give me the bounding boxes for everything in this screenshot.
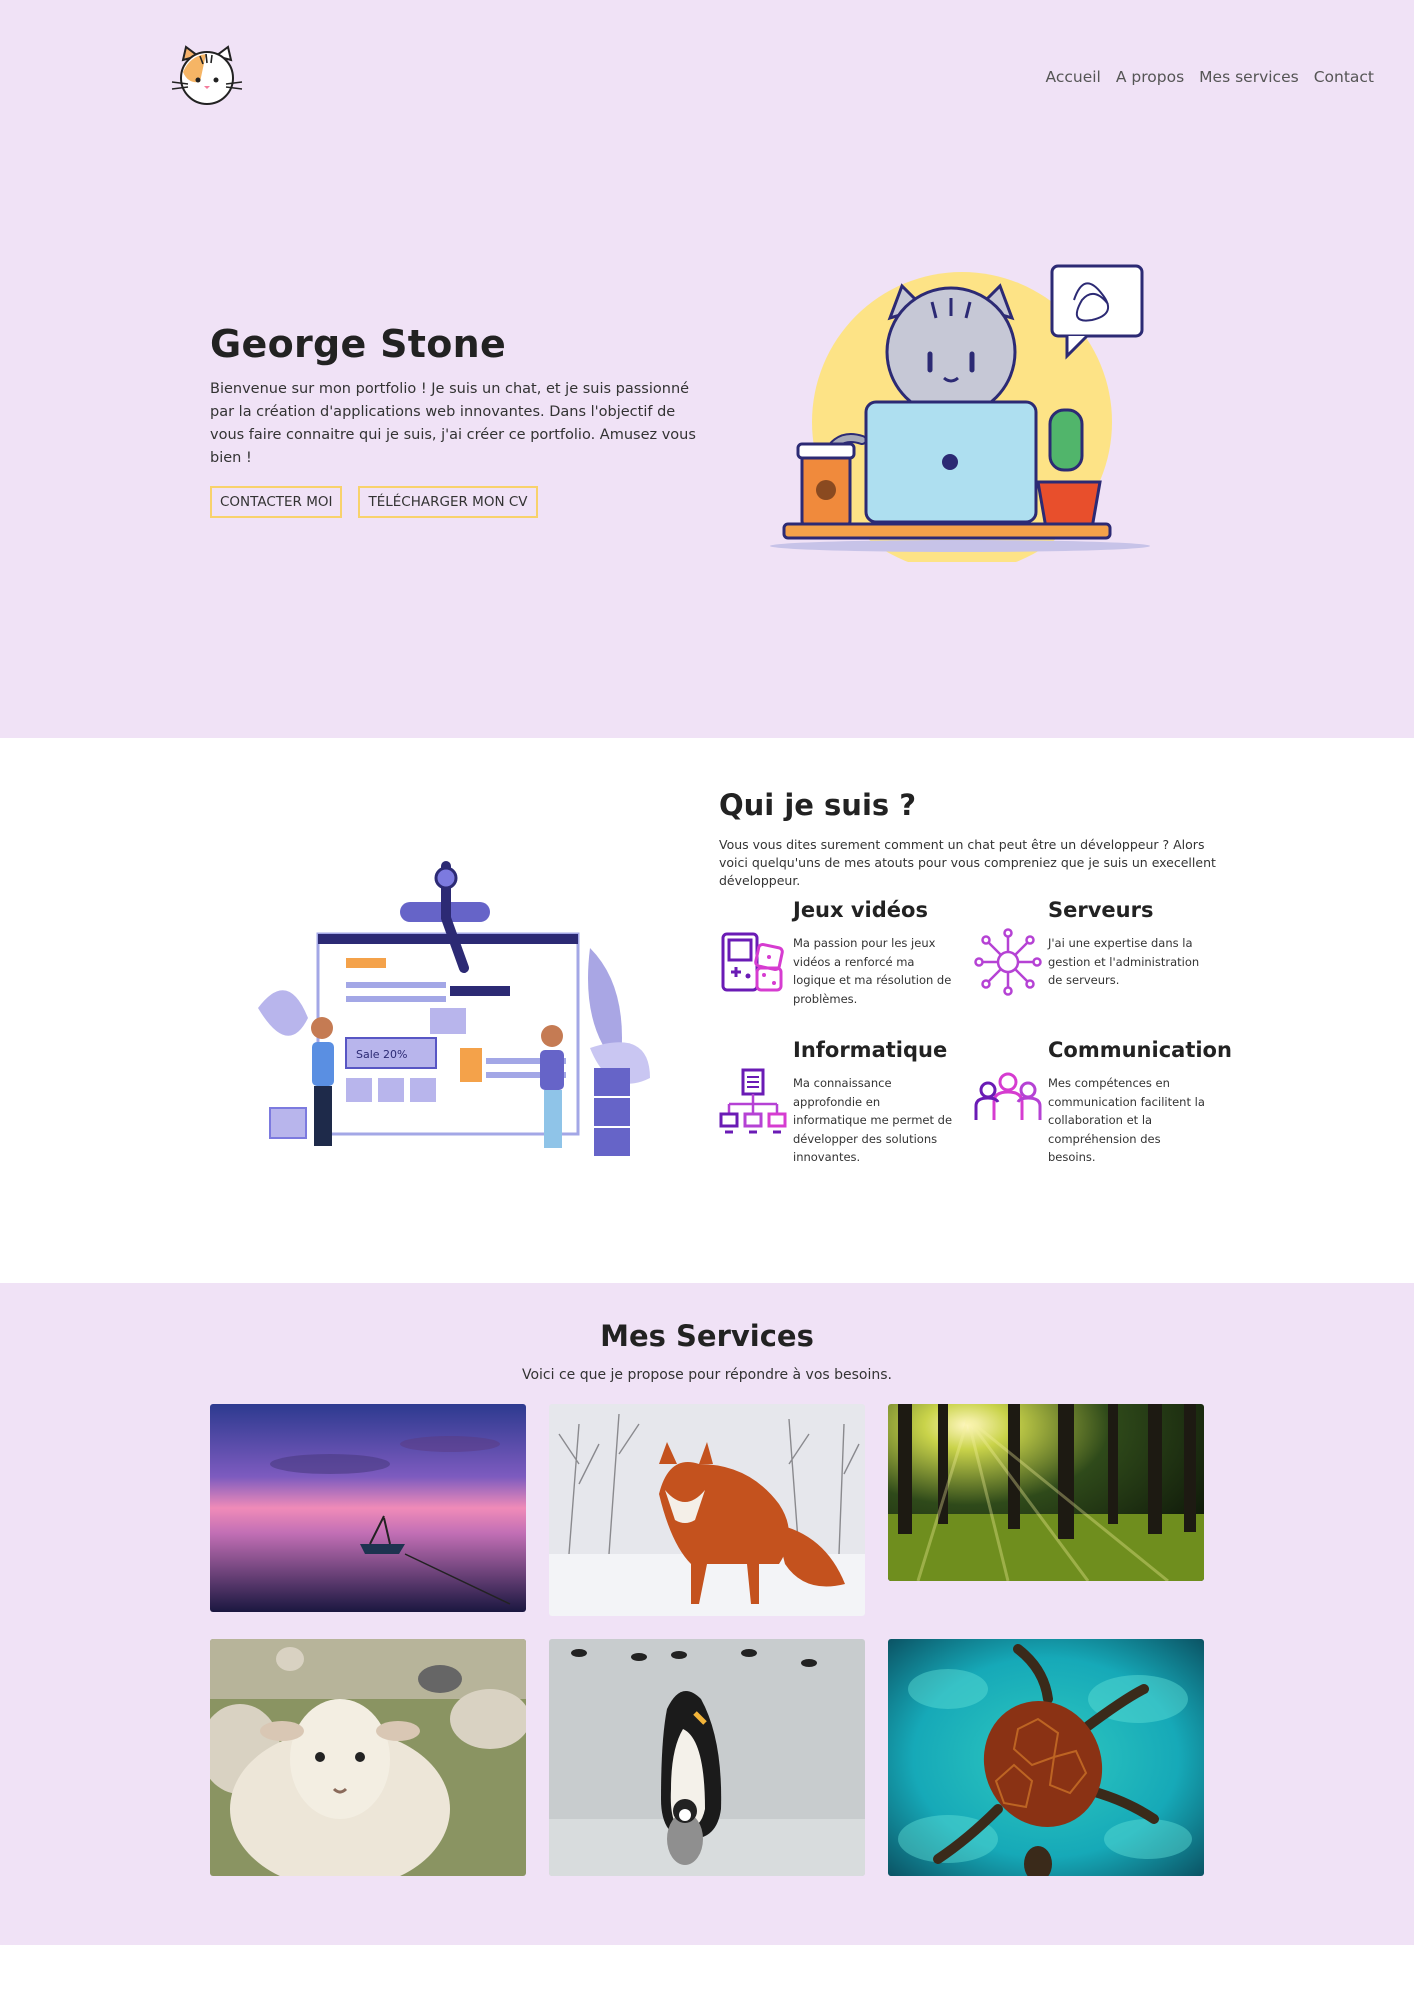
skill-title: Jeux vidéos (793, 898, 928, 922)
sunset-boat-image (210, 1404, 526, 1612)
sheep-image (210, 1639, 526, 1876)
skill-title: Communication (1048, 1038, 1232, 1062)
network-icon (974, 928, 1042, 996)
skill-informatique: Informatique Ma connaissance approfondie… (719, 1038, 969, 1178)
skill-jeux-videos: Jeux vidéos Ma passion pour les jeux vid… (719, 898, 969, 1038)
service-card-forest[interactable] (888, 1404, 1204, 1581)
nav-mes-services[interactable]: Mes services (1199, 68, 1299, 86)
service-card-turtle[interactable] (888, 1639, 1204, 1876)
forest-image (888, 1404, 1204, 1581)
turtle-image (888, 1639, 1204, 1876)
skill-description: Ma passion pour les jeux vidéos a renfor… (793, 936, 952, 1006)
penguin-image (549, 1639, 865, 1876)
main-nav: Accueil A propos Mes services Contact (1046, 68, 1374, 86)
skill-description: Mes compétences en communication facilit… (1048, 1076, 1205, 1164)
contact-button[interactable]: CONTACTER MOI (210, 486, 343, 518)
service-card-sunset[interactable] (210, 1404, 526, 1612)
skill-communication: Communication Mes compétences en communi… (974, 1038, 1232, 1178)
about-description: Vous vous dites surement comment un chat… (719, 837, 1216, 888)
services-title: Mes Services (600, 1319, 814, 1353)
services-section: Mes Services Voici ce que je propose pou… (0, 1283, 1414, 1945)
cat-logo[interactable] (170, 42, 250, 112)
service-card-fox[interactable] (549, 1404, 865, 1616)
nav-contact[interactable]: Contact (1314, 68, 1374, 86)
skill-description: J'ai une expertise dans la gestion et l'… (1048, 936, 1200, 987)
nav-a-propos[interactable]: A propos (1116, 68, 1184, 86)
about-title: Qui je suis ? (719, 788, 917, 822)
nav-accueil[interactable]: Accueil (1046, 68, 1101, 86)
services-subtitle: Voici ce que je propose pour répondre à … (521, 1367, 893, 1383)
skills-grid: Jeux vidéos Ma passion pour les jeux vid… (719, 898, 1239, 1178)
svg-text:Sale 20%: Sale 20% (356, 1048, 408, 1061)
skill-description: Ma connaissance approfondie en informati… (793, 1076, 953, 1164)
hierarchy-icon (719, 1068, 787, 1134)
about-section: Sale 20% Qui je suis ? Vous vous dites s (0, 738, 1414, 1283)
hero-section: Accueil A propos Mes services Contact Ge… (0, 0, 1414, 738)
hero-title: George Stone (210, 322, 507, 366)
skill-serveurs: Serveurs J'ai une expertise dans la gest… (974, 898, 1224, 1038)
hero-description: Bienvenue sur mon portfolio ! Je suis un… (210, 381, 696, 466)
service-card-penguin[interactable] (549, 1639, 865, 1876)
gamepad-icon (721, 932, 784, 992)
people-icon (974, 1072, 1042, 1120)
download-cv-button[interactable]: TÉLÉCHARGER MON CV (358, 486, 538, 518)
fox-image (549, 1404, 865, 1616)
about-intro: Qui je suis ? Vous vous dites surement c… (719, 788, 1229, 890)
skill-title: Informatique (793, 1038, 948, 1062)
skill-title: Serveurs (1048, 898, 1154, 922)
cat-laptop-illustration (762, 262, 1162, 572)
service-card-sheep[interactable] (210, 1639, 526, 1876)
web-builder-illustration: Sale 20% (250, 858, 660, 1168)
hero-intro: George Stone Bienvenue sur mon portfolio… (210, 322, 710, 518)
